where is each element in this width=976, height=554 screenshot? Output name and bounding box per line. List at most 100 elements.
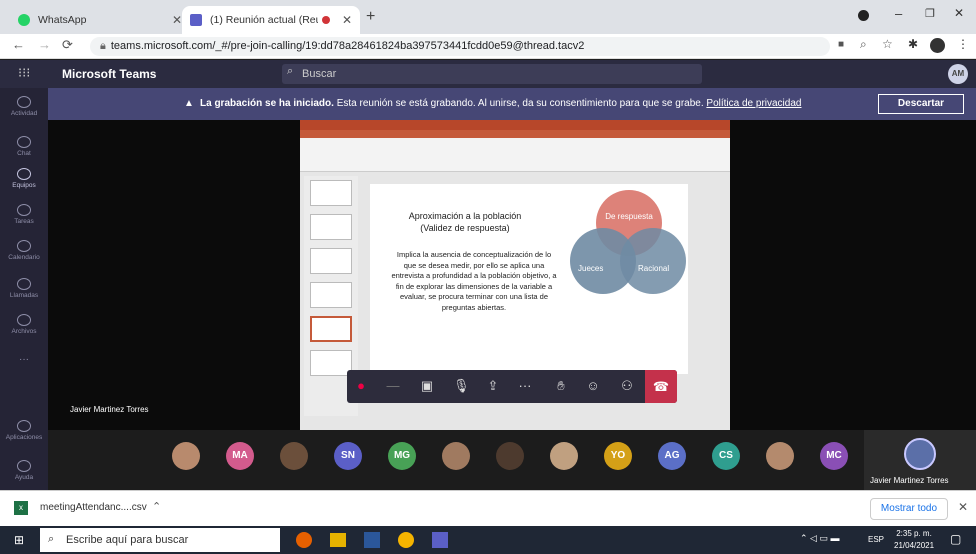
reload-icon[interactable]: ⟳ xyxy=(62,37,73,53)
privacy-link[interactable]: Política de privacidad xyxy=(706,98,801,109)
rail-help[interactable]: Ayuda xyxy=(0,460,48,481)
slide-thumbnail[interactable] xyxy=(310,316,352,342)
recording-dot-icon xyxy=(322,16,330,24)
rail-activity[interactable]: Actividad xyxy=(0,96,48,117)
taskbar: ⊞ Escribe aquí para buscar ⌕ ⌃ ◁ ▭ ▬ ESP… xyxy=(0,526,976,554)
teams-icon[interactable] xyxy=(432,532,448,548)
minimize-icon[interactable]: – xyxy=(895,6,902,21)
camera-icon[interactable]: ■ xyxy=(838,39,844,50)
url-field[interactable]: 🔒︎ teams.microsoft.com/_#/pre-join-callin… xyxy=(90,37,830,56)
mic-off-button[interactable]: 🎙︎ xyxy=(453,378,470,394)
more-apps-icon[interactable]: ··· xyxy=(0,354,48,365)
account-icon[interactable] xyxy=(930,38,945,53)
extensions-icon[interactable]: ✱ xyxy=(908,37,918,51)
windows-start-icon[interactable]: ⊞ xyxy=(14,533,24,547)
lock-icon: 🔒︎ xyxy=(100,40,106,52)
rail-apps[interactable]: Aplicaciones xyxy=(0,420,48,441)
self-name: Javier Martinez Torres xyxy=(870,476,949,485)
slide-thumbnail[interactable] xyxy=(310,248,352,274)
avatar[interactable]: SN xyxy=(334,442,362,470)
back-icon[interactable]: ← xyxy=(12,37,25,52)
hang-up-button[interactable]: ☎ xyxy=(645,370,677,403)
rail-chat[interactable]: Chat xyxy=(0,136,48,157)
avatar[interactable]: MG xyxy=(388,442,416,470)
restore-icon[interactable]: ❐ xyxy=(925,7,935,20)
avatar[interactable]: AM xyxy=(948,64,968,84)
clock[interactable]: 2:35 p. m. 21/04/2021 xyxy=(894,528,934,552)
avatar[interactable] xyxy=(280,442,308,470)
avatar[interactable] xyxy=(766,442,794,470)
help-icon xyxy=(17,460,31,472)
ppt-ribbon xyxy=(300,138,730,172)
record-icon[interactable]: ● xyxy=(353,378,369,394)
slide-thumbnail[interactable] xyxy=(310,350,352,376)
download-filename[interactable]: meetingAttendanc....csv xyxy=(40,502,147,513)
slide-subtitle: (Validez de respuesta) xyxy=(420,223,510,233)
file-explorer-icon[interactable] xyxy=(330,533,346,547)
word-icon[interactable] xyxy=(364,532,380,548)
ppt-menu xyxy=(300,130,730,138)
menu-icon[interactable]: ⋮ xyxy=(957,37,969,51)
tab-teams[interactable]: (1) Reunión actual (Reunión) ✕ xyxy=(182,6,360,34)
browser-tabbar: WhatsApp ✕ (1) Reunión actual (Reunión) … xyxy=(0,0,976,34)
new-tab-button[interactable]: + xyxy=(366,8,375,26)
teams-icon xyxy=(190,14,202,26)
venn-label: Jueces xyxy=(578,264,604,273)
avatar[interactable]: MC xyxy=(820,442,848,470)
avatar[interactable] xyxy=(442,442,470,470)
participants-button[interactable]: ⚇ xyxy=(619,378,635,394)
download-bar: x meetingAttendanc....csv ⌃ Mostrar todo… xyxy=(0,490,976,526)
rail-teams[interactable]: Equipos xyxy=(0,168,48,189)
taskbar-search[interactable]: Escribe aquí para buscar xyxy=(40,528,280,552)
venn-label: Racional xyxy=(638,264,670,273)
avatar[interactable] xyxy=(172,442,200,470)
rail-calendar[interactable]: Calendario xyxy=(0,240,48,261)
forward-icon[interactable]: → xyxy=(38,37,51,52)
app-title: Microsoft Teams xyxy=(62,67,157,81)
slide-thumbnail[interactable] xyxy=(310,282,352,308)
avatar[interactable]: MA xyxy=(226,442,254,470)
profile-dot-icon[interactable] xyxy=(858,10,869,21)
tasks-icon xyxy=(17,204,31,216)
close-window-icon[interactable]: ✕ xyxy=(954,6,964,20)
show-all-button[interactable]: Mostrar todo xyxy=(870,498,948,520)
camera-off-button[interactable]: ▣ xyxy=(419,378,435,394)
zoom-icon[interactable]: ⌕ xyxy=(860,37,867,52)
rail-tasks[interactable]: Tareas xyxy=(0,204,48,225)
chat-button[interactable]: ☺ xyxy=(585,378,601,394)
close-icon[interactable]: ✕ xyxy=(958,500,968,514)
rail-files[interactable]: Archivos xyxy=(0,314,48,335)
avatar[interactable] xyxy=(550,442,578,470)
bell-icon xyxy=(17,96,31,108)
language-indicator[interactable]: ESP xyxy=(868,535,884,544)
avatar[interactable] xyxy=(496,442,524,470)
tray-icons[interactable]: ⌃ ◁ ▭ ▬ xyxy=(800,533,839,544)
chrome-icon[interactable] xyxy=(398,532,414,548)
more-actions-button[interactable]: ··· xyxy=(517,378,533,394)
slide: Aproximación a la población (Validez de … xyxy=(370,184,688,374)
chevron-up-icon[interactable]: ⌃ xyxy=(152,500,161,513)
avatar[interactable]: CS xyxy=(712,442,740,470)
tab-whatsapp[interactable]: WhatsApp ✕ xyxy=(10,6,190,34)
app-rail: Actividad Chat Equipos Tareas Calendario… xyxy=(0,88,48,490)
teams-icon xyxy=(17,168,31,180)
star-icon[interactable]: ☆ xyxy=(882,37,893,51)
presenter-name: Javier Martinez Torres xyxy=(70,405,149,414)
notifications-icon[interactable]: ▢ xyxy=(950,532,961,546)
raise-hand-button[interactable]: ✋︎ xyxy=(553,378,569,394)
avatar[interactable]: YO xyxy=(604,442,632,470)
search-input[interactable]: Buscar xyxy=(282,64,702,84)
address-bar: ← → ⟳ 🔒︎ teams.microsoft.com/_#/pre-join-… xyxy=(0,34,976,59)
close-tab-icon[interactable]: ✕ xyxy=(172,13,182,27)
timer-icon: — xyxy=(386,378,400,393)
share-button[interactable]: ⇪ xyxy=(485,378,501,394)
firefox-icon[interactable] xyxy=(296,532,312,548)
avatar[interactable]: AG xyxy=(658,442,686,470)
rail-calls[interactable]: Llamadas xyxy=(0,278,48,299)
close-tab-icon[interactable]: ✕ xyxy=(342,13,352,27)
dismiss-button[interactable]: Descartar xyxy=(878,94,964,114)
slide-thumbnail[interactable] xyxy=(310,180,352,206)
slide-thumbnail[interactable] xyxy=(310,214,352,240)
app-launcher-icon[interactable]: ⁝⁝⁝ xyxy=(18,65,30,81)
recording-banner: ▲ La grabación se ha iniciado. Esta reun… xyxy=(48,88,976,120)
